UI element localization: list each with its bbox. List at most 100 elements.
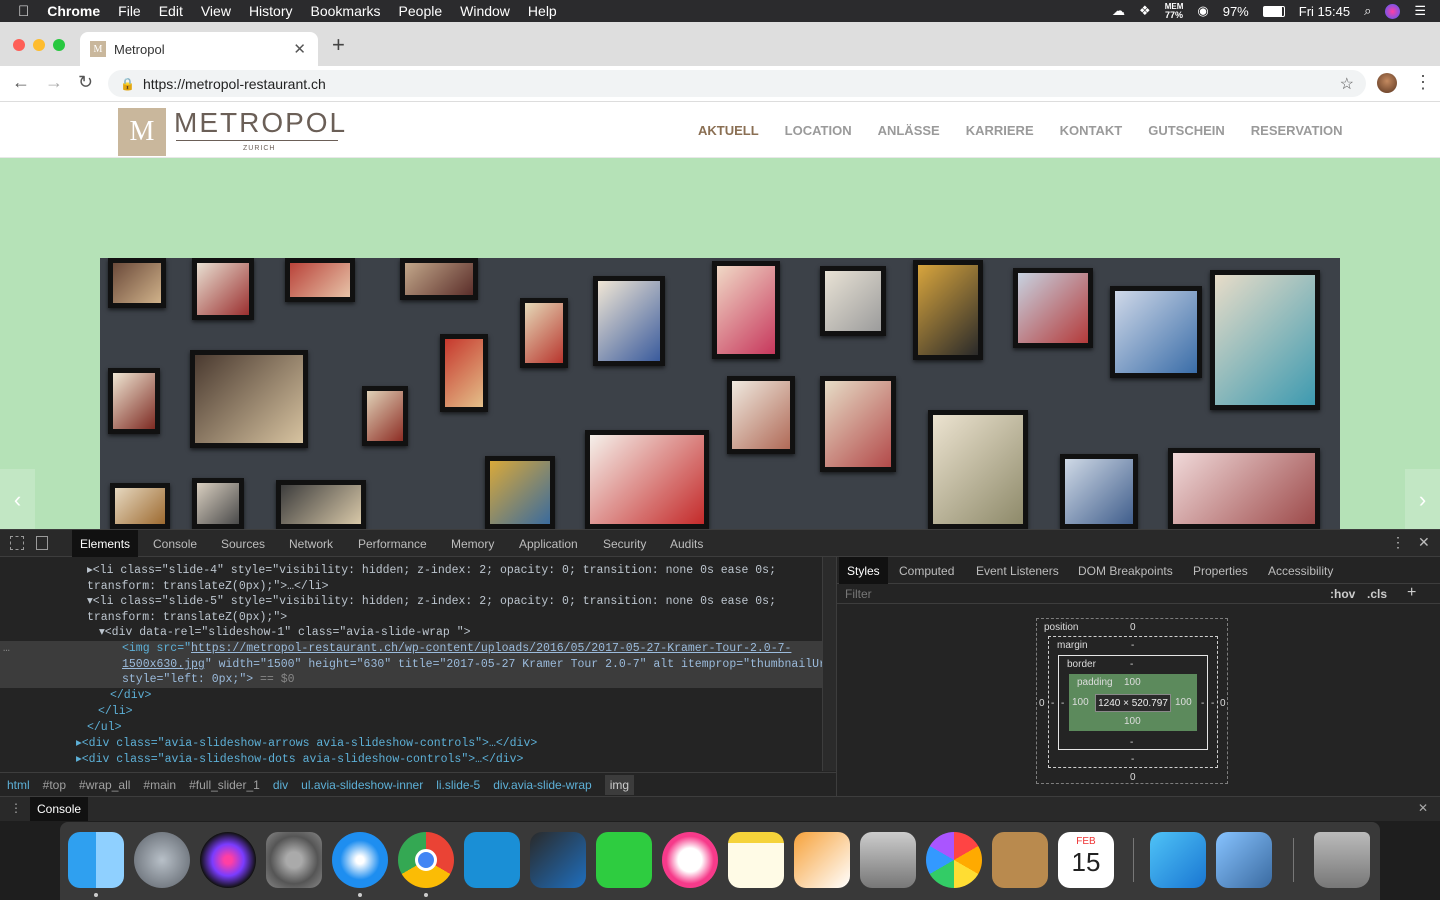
battery-percent[interactable]: 97% (1223, 4, 1249, 19)
dom-line-selected[interactable]: … <img src="https://metropol-restaurant.… (0, 641, 822, 657)
lock-icon[interactable]: 🔒 (120, 77, 135, 91)
box-padding-right[interactable]: 100 (1175, 697, 1192, 708)
tab-performance[interactable]: Performance (358, 537, 427, 551)
menu-app-name[interactable]: Chrome (47, 3, 100, 19)
inspect-element-icon[interactable] (10, 536, 24, 550)
tab-security[interactable]: Security (603, 537, 646, 551)
box-position-left[interactable]: 0 (1039, 698, 1045, 709)
wifi-icon[interactable]: ◉ (1197, 3, 1208, 19)
dom-line[interactable]: transform: translateZ(0px);">…</li> (0, 579, 822, 595)
menu-view[interactable]: View (201, 3, 231, 19)
box-border-bottom[interactable]: - (1130, 737, 1133, 748)
box-content-size[interactable]: 1240 × 520.797 (1095, 694, 1171, 712)
menu-window[interactable]: Window (460, 3, 510, 19)
spotlight-search-icon[interactable]: ⌕ (1364, 3, 1371, 19)
preview-icon[interactable] (1216, 832, 1272, 888)
siri-menu-icon[interactable] (1385, 3, 1401, 19)
box-margin-right[interactable]: - (1211, 698, 1214, 709)
brackets-icon[interactable] (464, 832, 520, 888)
dom-line-selected[interactable]: 1500x630.jpg" width="1500" height="630" … (0, 657, 822, 673)
nav-kontakt[interactable]: KONTAKT (1060, 123, 1123, 138)
window-close-button[interactable] (13, 39, 25, 51)
new-tab-button[interactable]: + (332, 32, 345, 58)
box-position-right[interactable]: 0 (1220, 698, 1226, 709)
profile-avatar[interactable] (1377, 73, 1397, 93)
pages-icon[interactable] (794, 832, 850, 888)
photos-icon[interactable] (926, 832, 982, 888)
box-position-top[interactable]: 0 (1130, 622, 1136, 633)
dom-url[interactable]: 1500x630.jpg (122, 658, 205, 671)
tab-sources[interactable]: Sources (221, 537, 265, 551)
window-minimize-button[interactable] (33, 39, 45, 51)
menu-help[interactable]: Help (528, 3, 557, 19)
breadcrumb-item[interactable]: li.slide-5 (436, 778, 480, 792)
dom-line-selected[interactable]: style="left: 0px;"> == $0 (0, 672, 822, 688)
box-padding-bottom[interactable]: 100 (1124, 716, 1141, 727)
slider-prev-arrow-icon[interactable]: ‹ (0, 469, 35, 529)
tab-application[interactable]: Application (519, 537, 578, 551)
nav-anlaesse[interactable]: ANLÄSSE (878, 123, 940, 138)
tab-console[interactable]: Console (153, 537, 197, 551)
device-toolbar-icon[interactable] (36, 536, 48, 550)
dom-line[interactable]: transform: translateZ(0px);"> (0, 610, 822, 626)
address-bar[interactable]: 🔒 https://metropol-restaurant.ch ☆ (108, 70, 1366, 97)
drawer-tab-console[interactable]: Console (30, 797, 89, 821)
tab-dom-breakpoints[interactable]: DOM Breakpoints (1078, 564, 1173, 578)
dom-ellipsis-icon[interactable]: … (3, 641, 10, 657)
tab-elements[interactable]: Elements (72, 530, 139, 557)
apple-menu-icon[interactable]:  (18, 3, 29, 20)
box-margin-top[interactable]: - (1131, 640, 1134, 651)
box-border-top[interactable]: - (1130, 659, 1133, 670)
breadcrumb-item[interactable]: ul.avia-slideshow-inner (301, 778, 423, 792)
devtools-close-icon[interactable]: ✕ (1418, 534, 1430, 551)
memory-monitor[interactable]: MEM 77% (1165, 3, 1184, 20)
dom-line[interactable]: ▾<li class="slide-5" style="visibility: … (0, 594, 822, 610)
calendar-icon[interactable]: FEB 15 (1058, 832, 1114, 888)
menu-file[interactable]: File (118, 3, 141, 19)
dom-line[interactable]: ▸<div class="avia-slideshow-dots avia-sl… (0, 752, 822, 768)
elements-scrollbar[interactable] (822, 557, 836, 771)
siri-icon[interactable] (200, 832, 256, 888)
tab-accessibility[interactable]: Accessibility (1268, 564, 1333, 578)
tab-network[interactable]: Network (289, 537, 333, 551)
breadcrumb-item[interactable]: #wrap_all (79, 778, 130, 792)
drawer-close-icon[interactable]: ✕ (1418, 801, 1428, 815)
numbers-icon[interactable] (860, 832, 916, 888)
finder-icon[interactable] (68, 832, 124, 888)
forward-arrow-icon[interactable]: → (45, 72, 63, 93)
breadcrumb-item[interactable]: div.avia-slide-wrap (493, 778, 591, 792)
drawer-menu-icon[interactable]: ⋮ (10, 801, 22, 815)
breadcrumb-item[interactable]: #top (43, 778, 66, 792)
tab-close-icon[interactable]: ✕ (293, 40, 306, 58)
menu-history[interactable]: History (249, 3, 293, 19)
dom-line[interactable]: ▾<div data-rel="slideshow-1" class="avia… (0, 625, 822, 641)
dropbox-icon[interactable]: ❖ (1139, 3, 1151, 19)
box-border-right[interactable]: - (1201, 698, 1204, 709)
nav-location[interactable]: LOCATION (785, 123, 852, 138)
tab-styles[interactable]: Styles (839, 557, 888, 584)
vscode-icon[interactable] (530, 832, 586, 888)
facetime-icon[interactable] (596, 832, 652, 888)
devtools-menu-icon[interactable]: ⋮ (1391, 534, 1405, 551)
dom-url[interactable]: https://metropol-restaurant.ch/wp-conten… (191, 642, 791, 655)
launchpad-icon[interactable] (134, 832, 190, 888)
tab-memory[interactable]: Memory (451, 537, 494, 551)
browser-tab[interactable]: M Metropol ✕ (80, 32, 318, 66)
contacts-icon[interactable] (992, 832, 1048, 888)
breadcrumb-item[interactable]: #main (143, 778, 176, 792)
chrome-icon[interactable] (398, 832, 454, 888)
hov-toggle[interactable]: :hov (1330, 587, 1355, 601)
bookmark-star-icon[interactable]: ☆ (1340, 74, 1354, 94)
breadcrumb-item[interactable]: #full_slider_1 (189, 778, 260, 792)
box-margin-left[interactable]: - (1051, 698, 1054, 709)
notes-icon[interactable] (728, 832, 784, 888)
menu-people[interactable]: People (399, 3, 443, 19)
box-padding-left[interactable]: 100 (1072, 697, 1089, 708)
site-logo-icon[interactable]: M (118, 108, 166, 156)
dom-line[interactable]: ▸<div class="avia-slideshow-arrows avia-… (0, 736, 822, 752)
notification-center-icon[interactable]: ☰ (1414, 3, 1426, 19)
cloud-status-icon[interactable]: ☁ (1112, 3, 1125, 19)
tab-computed[interactable]: Computed (899, 564, 954, 578)
tab-properties[interactable]: Properties (1193, 564, 1248, 578)
menu-bookmarks[interactable]: Bookmarks (311, 3, 381, 19)
